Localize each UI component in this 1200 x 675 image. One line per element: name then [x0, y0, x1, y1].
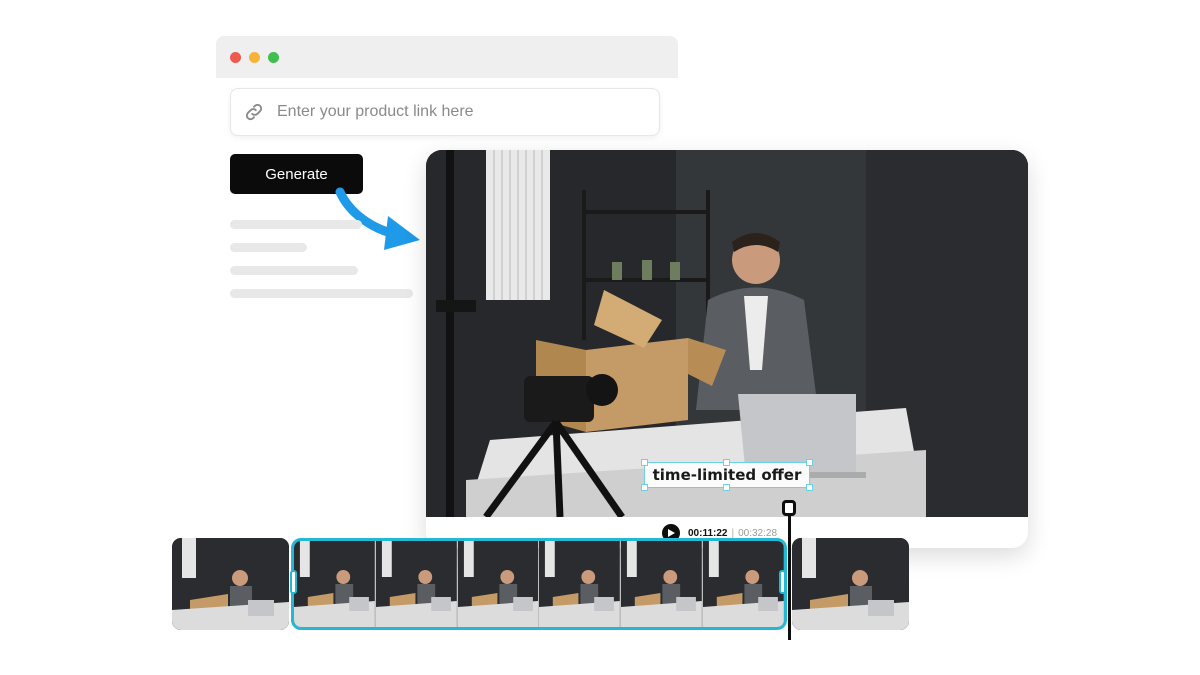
minimize-window-dot[interactable]: [249, 52, 260, 63]
timeline-frame: [457, 541, 540, 627]
video-preview-card: time-limited offer 00:11:22 | 00:32:28: [426, 150, 1028, 548]
browser-title-bar: [216, 36, 678, 78]
maximize-window-dot[interactable]: [268, 52, 279, 63]
timeline-selection[interactable]: [291, 538, 787, 630]
caption-text: time-limited offer: [652, 466, 802, 484]
timeline-clip-thumbnail[interactable]: [792, 538, 909, 630]
close-window-dot[interactable]: [230, 52, 241, 63]
placeholder-line: [230, 266, 358, 275]
play-icon: [668, 529, 675, 537]
resize-handle[interactable]: [641, 484, 648, 491]
product-link-input[interactable]: [275, 89, 649, 135]
timeline-frame: [375, 541, 458, 627]
placeholder-line: [230, 220, 362, 229]
link-icon: [245, 103, 263, 121]
trim-handle-left[interactable]: [290, 570, 297, 594]
current-time: 00:11:22: [688, 527, 728, 539]
time-separator: |: [731, 527, 735, 539]
playhead-line[interactable]: [788, 506, 791, 640]
timeline-frame: [703, 541, 784, 627]
resize-handle[interactable]: [806, 459, 813, 466]
timeline-clip-thumbnail[interactable]: [172, 538, 289, 630]
trim-handle-right[interactable]: [779, 570, 786, 594]
resize-handle[interactable]: [723, 484, 730, 491]
arrow-icon: [335, 187, 420, 250]
placeholder-line: [230, 243, 307, 252]
placeholder-line: [230, 289, 413, 298]
playhead-handle[interactable]: [782, 500, 796, 516]
timeline-frame: [539, 541, 622, 627]
resize-handle[interactable]: [806, 484, 813, 491]
video-player[interactable]: time-limited offer: [426, 150, 1028, 517]
caption-text-box[interactable]: time-limited offer: [641, 459, 813, 491]
resize-handle[interactable]: [641, 459, 648, 466]
resize-handle[interactable]: [723, 459, 730, 466]
timeline-frame: [621, 541, 704, 627]
product-link-field[interactable]: [230, 88, 660, 136]
total-time: 00:32:28: [738, 527, 778, 539]
timeline-frame: [294, 541, 376, 627]
